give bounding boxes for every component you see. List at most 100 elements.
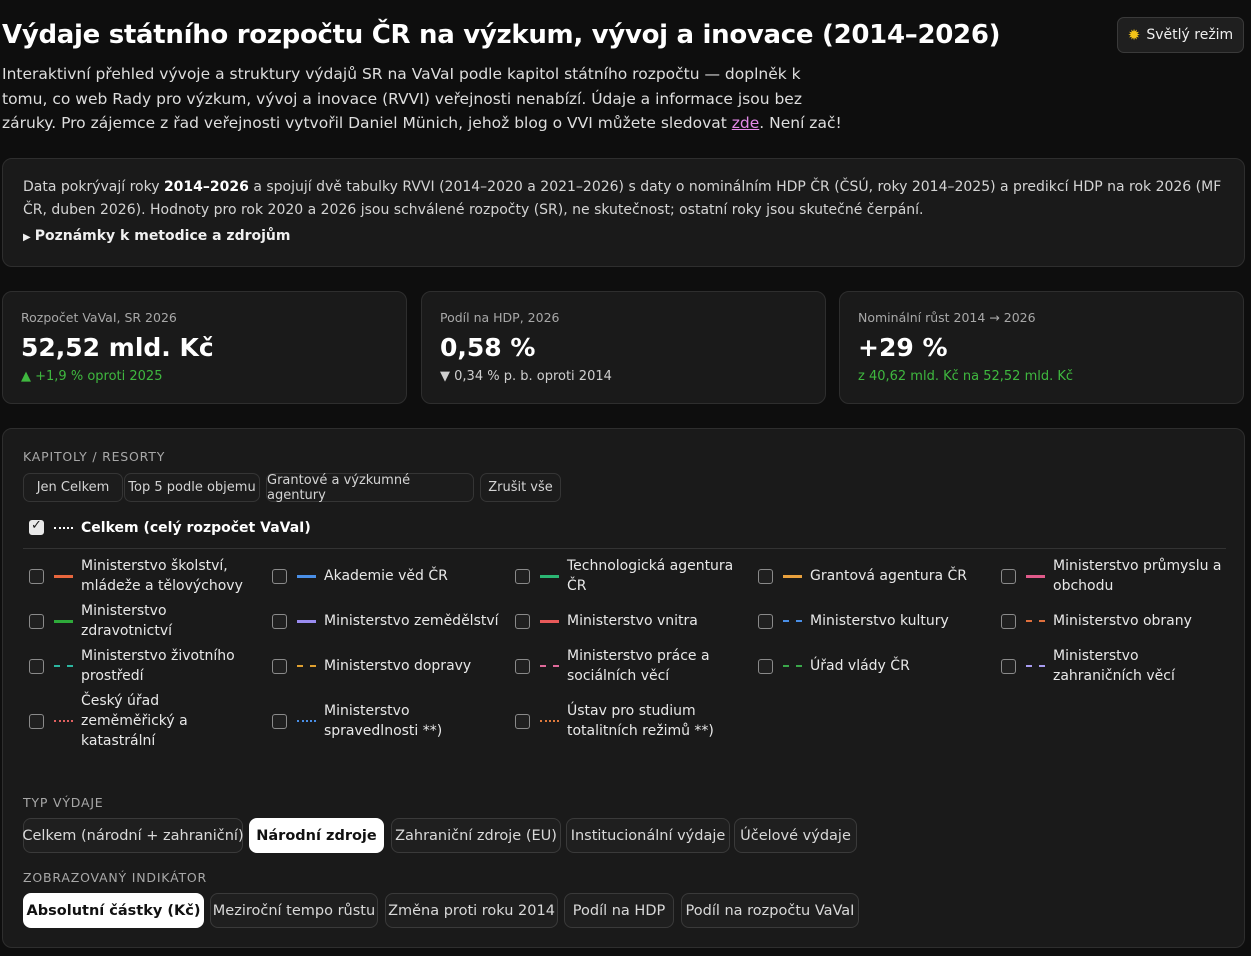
- expense-type-targeted[interactable]: Účelové výdaje: [734, 818, 857, 853]
- chapters-section-label: Kapitoly / resorty: [23, 449, 166, 464]
- chapter-checkbox[interactable]: [272, 614, 287, 629]
- chapter-checkbox[interactable]: [515, 614, 530, 629]
- theme-toggle-button[interactable]: ✹ Světlý režim: [1117, 17, 1244, 53]
- chapter-line-swatch: [540, 665, 559, 667]
- expense-type-national[interactable]: Národní zdroje: [249, 818, 384, 853]
- chapter-checkbox[interactable]: [1001, 659, 1016, 674]
- chapter-label[interactable]: Ministerstvo vnitra: [567, 611, 743, 631]
- chapter-label[interactable]: Ministerstvo kultury: [810, 611, 986, 631]
- note-text-part: Data pokrývají roky: [23, 179, 164, 195]
- intro-text-end: . Není zač!: [759, 114, 842, 132]
- total-checkbox[interactable]: [29, 518, 44, 535]
- chapter-checkbox[interactable]: [758, 659, 773, 674]
- chapter-checkbox[interactable]: [1001, 614, 1016, 629]
- quick-clear-all-button[interactable]: Zrušit vše: [480, 473, 561, 502]
- arrow-down-icon: ▼: [440, 369, 450, 384]
- chapter-label[interactable]: Ministerstvo zemědělství: [324, 611, 500, 631]
- chapter-line-swatch: [540, 575, 559, 578]
- chapter-line-swatch: [54, 665, 73, 667]
- indicator-change-vs-2014[interactable]: Změna proti roku 2014: [385, 893, 558, 928]
- chapter-label[interactable]: Ministerstvo dopravy: [324, 656, 500, 676]
- chapter-label[interactable]: Technologická agentura ČR: [567, 556, 743, 596]
- page-title: Výdaje státního rozpočtu ČR na výzkum, v…: [2, 20, 1001, 50]
- methodology-details-label: Poznámky k metodice a zdrojům: [34, 228, 291, 244]
- chapter-line-swatch: [297, 720, 316, 722]
- methodology-details-toggle[interactable]: ▶ Poznámky k metodice a zdrojům: [23, 228, 1224, 244]
- chapter-line-swatch: [540, 620, 559, 623]
- chapter-label[interactable]: Ministerstvo životního prostředí: [81, 646, 257, 686]
- kpi-change-text: 0,34 % p. b. oproti 2014: [454, 369, 612, 384]
- chapter-checkbox[interactable]: [29, 714, 44, 729]
- kpi-value: 52,52 mld. Kč: [21, 333, 214, 362]
- blog-link[interactable]: zde: [732, 114, 760, 132]
- quick-top5-button[interactable]: Top 5 podle objemu: [124, 473, 260, 502]
- kpi-value: +29 %: [858, 333, 948, 362]
- kpi-label: Nominální růst 2014 → 2026: [858, 310, 1036, 325]
- quick-only-total-button[interactable]: Jen Celkem: [23, 473, 123, 502]
- chapter-line-swatch: [54, 720, 73, 722]
- kpi-change: ▼ 0,34 % p. b. oproti 2014: [440, 369, 807, 384]
- kpi-value: 0,58 %: [440, 333, 536, 362]
- chapter-checkbox[interactable]: [758, 614, 773, 629]
- expense-type-foreign[interactable]: Zahraniční zdroje (EU): [391, 818, 561, 853]
- total-line-swatch: [54, 527, 73, 529]
- chapter-label[interactable]: Úřad vlády ČR: [810, 656, 986, 676]
- chapter-checkbox[interactable]: [29, 614, 44, 629]
- chapter-checkbox[interactable]: [272, 659, 287, 674]
- kpi-card-growth: Nominální růst 2014 → 2026 +29 % z 40,62…: [839, 291, 1244, 404]
- chapter-label[interactable]: Ministerstvo zahraničních věcí: [1053, 646, 1229, 686]
- chapter-label[interactable]: Grantová agentura ČR: [810, 566, 986, 586]
- chapter-checkbox[interactable]: [272, 714, 287, 729]
- chapter-checkbox[interactable]: [515, 659, 530, 674]
- chapter-label[interactable]: Ministerstvo obrany: [1053, 611, 1229, 631]
- indicator-gdp-share[interactable]: Podíl na HDP: [564, 893, 674, 928]
- chapter-label[interactable]: Ministerstvo zdravotnictví: [81, 601, 257, 641]
- note-years: 2014–2026: [163, 179, 249, 195]
- intro-text: Interaktivní přehled vývoje a struktury …: [2, 62, 842, 136]
- chapter-line-swatch: [297, 620, 316, 623]
- chapter-checkbox[interactable]: [515, 714, 530, 729]
- chapter-label[interactable]: Ústav pro studium totalitních režimů **): [567, 701, 743, 741]
- indicator-budget-share[interactable]: Podíl na rozpočtu VaVaI: [681, 893, 859, 928]
- kpi-label: Rozpočet VaVaI, SR 2026: [21, 310, 177, 325]
- theme-toggle-label: Světlý režim: [1146, 27, 1234, 43]
- arrow-up-icon: ▲: [21, 369, 31, 384]
- indicator-absolute[interactable]: Absolutní částky (Kč): [23, 893, 204, 928]
- data-note-text: Data pokrývají roky 2014–2026 a spojují …: [23, 176, 1224, 222]
- chapter-line-swatch: [297, 575, 316, 578]
- chapter-label[interactable]: Ministerstvo průmyslu a obchodu: [1053, 556, 1229, 596]
- chapter-checkbox[interactable]: [29, 569, 44, 584]
- indicator-yoy-growth[interactable]: Meziroční tempo růstu: [210, 893, 378, 928]
- chapter-checkbox[interactable]: [29, 659, 44, 674]
- expense-type-institutional[interactable]: Institucionální výdaje: [566, 818, 730, 853]
- chapter-line-swatch: [297, 665, 316, 667]
- chapter-line-swatch: [540, 720, 559, 722]
- sun-icon: ✹: [1127, 26, 1141, 44]
- kpi-change-text: +1,9 % oproti 2025: [35, 369, 163, 384]
- total-label: Celkem (celý rozpočet VaVaI): [81, 520, 311, 536]
- chapter-checkbox[interactable]: [272, 569, 287, 584]
- chapter-checkbox[interactable]: [1001, 569, 1016, 584]
- chapter-line-swatch: [54, 575, 73, 578]
- expense-type-total[interactable]: Celkem (národní + zahraniční): [22, 818, 244, 853]
- chapter-label[interactable]: Ministerstvo spravedlnosti **): [324, 701, 500, 741]
- intro-text-part: Interaktivní přehled vývoje a struktury …: [2, 65, 802, 132]
- kpi-change: ▲ +1,9 % oproti 2025: [21, 369, 388, 384]
- chapter-line-swatch: [783, 575, 802, 578]
- quick-agencies-button[interactable]: Grantové a výzkumné agentury: [266, 473, 474, 503]
- kpi-card-budget: Rozpočet VaVaI, SR 2026 52,52 mld. Kč ▲ …: [2, 291, 407, 404]
- chapter-line-swatch: [1026, 575, 1045, 578]
- chapter-label[interactable]: Ministerstvo práce a sociálních věcí: [567, 646, 743, 686]
- chapter-label[interactable]: Ministerstvo školství, mládeže a tělovýc…: [81, 556, 257, 596]
- chapter-line-swatch: [1026, 665, 1045, 667]
- indicator-section-label: Zobrazovaný indikátor: [23, 870, 208, 885]
- kpi-change-text: z 40,62 mld. Kč na 52,52 mld. Kč: [858, 369, 1074, 384]
- data-note-box: Data pokrývají roky 2014–2026 a spojují …: [2, 158, 1245, 267]
- chapter-line-swatch: [54, 620, 73, 623]
- chapter-checkbox[interactable]: [758, 569, 773, 584]
- kpi-card-gdp-share: Podíl na HDP, 2026 0,58 % ▼ 0,34 % p. b.…: [421, 291, 826, 404]
- chapter-checkbox[interactable]: [515, 569, 530, 584]
- chapter-label[interactable]: Akademie věd ČR: [324, 566, 500, 586]
- chapter-line-swatch: [783, 665, 802, 667]
- chapter-label[interactable]: Český úřad zeměměřický a katastrální: [81, 691, 257, 751]
